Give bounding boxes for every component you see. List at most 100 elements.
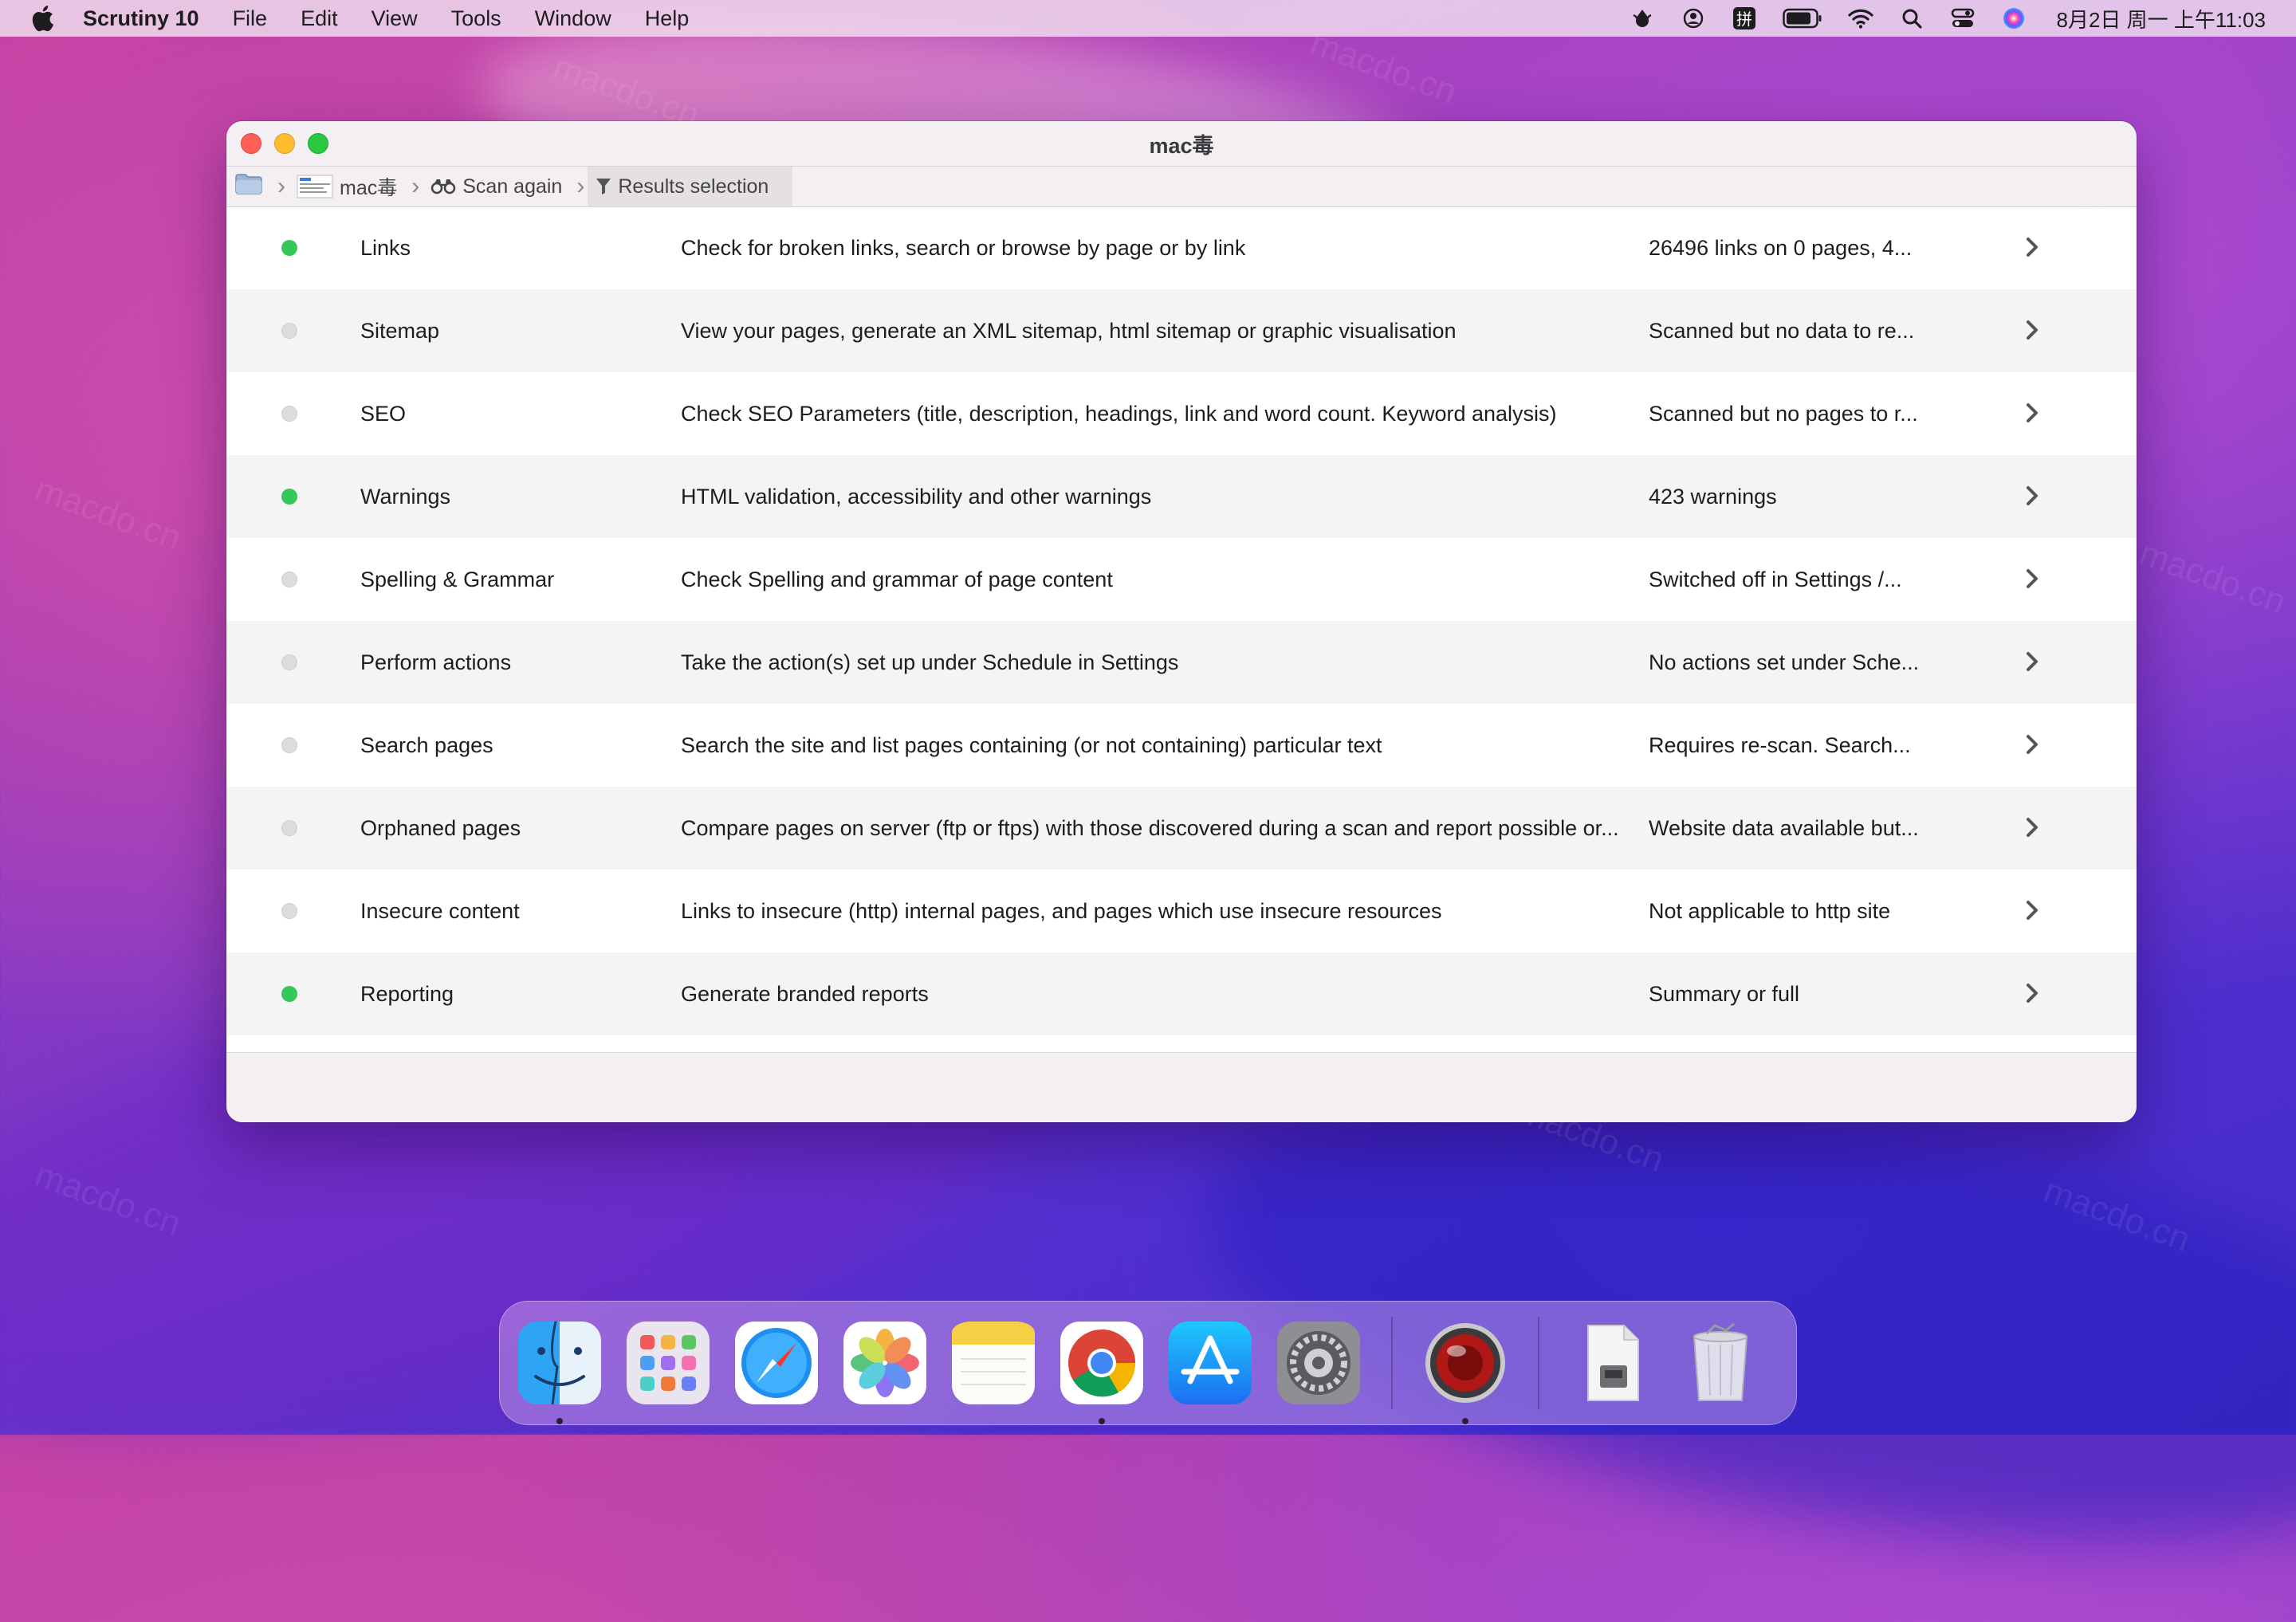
filter-icon (596, 177, 611, 196)
menu-file[interactable]: File (233, 6, 268, 31)
control-center-icon[interactable] (1949, 5, 1976, 32)
app-menu[interactable]: Scrutiny 10 (83, 6, 199, 31)
table-row[interactable]: Orphaned pages Compare pages on server (… (226, 787, 2137, 870)
row-status: Website data available but... (1649, 815, 1919, 840)
spotlight-icon[interactable] (1898, 5, 1925, 32)
menu-edit[interactable]: Edit (301, 6, 338, 31)
main-window: mac毒 › mac毒 › Scan again › Results selec… (226, 121, 2137, 1122)
siri-icon[interactable] (2000, 5, 2027, 32)
menu-window[interactable]: Window (535, 6, 611, 31)
photos-icon[interactable] (841, 1319, 929, 1407)
row-status: Scanned but no data to re... (1649, 318, 1915, 343)
row-name: Perform actions (360, 650, 512, 674)
chevron-right-icon[interactable] (2020, 732, 2044, 756)
chevron-right-icon[interactable] (2020, 981, 2044, 1005)
table-row[interactable]: Sitemap View your pages, generate an XML… (226, 289, 2137, 372)
chevron-right-icon[interactable] (2020, 567, 2044, 591)
row-name: Orphaned pages (360, 815, 521, 840)
menu-clock[interactable]: 8月2日 周一 上午11:03 (2056, 4, 2266, 33)
row-description: Check SEO Parameters (title, description… (681, 401, 1557, 426)
chevron-right-icon[interactable] (2020, 898, 2044, 922)
row-status: Scanned but no pages to r... (1649, 401, 1918, 426)
status-dot-disabled (281, 323, 297, 339)
row-description: Generate branded reports (681, 981, 929, 1006)
apple-menu-icon[interactable] (30, 5, 54, 32)
row-name: SEO (360, 401, 407, 426)
minimize-button[interactable] (274, 133, 295, 154)
breadcrumb-separator: › (277, 173, 285, 199)
row-name: Insecure content (360, 898, 520, 923)
row-description: Links to insecure (http) internal pages,… (681, 898, 1442, 923)
table-row[interactable]: Perform actions Take the action(s) set u… (226, 621, 2137, 704)
row-status: No actions set under Sche... (1649, 650, 1920, 674)
user-icon[interactable] (1680, 5, 1707, 32)
breadcrumb-separator: › (411, 173, 420, 199)
results-selection-crumb[interactable]: Results selection (588, 167, 793, 206)
window-footer (226, 1052, 2137, 1122)
row-description: HTML validation, accessibility and other… (681, 484, 1152, 509)
trash-icon[interactable] (1677, 1319, 1764, 1407)
running-indicator (1099, 1418, 1105, 1424)
scrutiny-icon[interactable] (1421, 1319, 1509, 1424)
chevron-right-icon[interactable] (2020, 235, 2044, 259)
wifi-icon[interactable] (1847, 5, 1874, 32)
scan-again-label: Scan again (462, 175, 563, 198)
table-row[interactable]: Links Check for broken links, search or … (226, 206, 2137, 289)
vpn-icon[interactable] (1629, 5, 1656, 32)
archive-file-icon[interactable] (1568, 1319, 1656, 1407)
menu-help[interactable]: Help (645, 6, 690, 31)
menu-bar: Scrutiny 10 File Edit View Tools Window … (0, 0, 2296, 37)
dock-divider (1538, 1317, 1539, 1409)
breadcrumb-site[interactable]: mac毒 (289, 167, 411, 206)
status-dot-disabled (281, 654, 297, 670)
status-dot-disabled (281, 820, 297, 836)
chevron-right-icon[interactable] (2020, 401, 2044, 425)
running-indicator (1462, 1418, 1468, 1424)
row-description: Compare pages on server (ftp or ftps) wi… (681, 815, 1619, 840)
breadcrumb-separator: › (576, 173, 585, 199)
input-method-icon[interactable]: 拼 (1731, 5, 1758, 32)
status-dot-enabled (281, 489, 297, 505)
system-preferences-icon[interactable] (1275, 1319, 1362, 1407)
app-store-icon[interactable] (1166, 1319, 1254, 1407)
chevron-right-icon[interactable] (2020, 484, 2044, 508)
table-row[interactable]: Warnings HTML validation, accessibility … (226, 455, 2137, 538)
table-row[interactable]: Spelling & Grammar Check Spelling and gr… (226, 538, 2137, 621)
battery-icon[interactable] (1782, 5, 1823, 32)
menu-view[interactable]: View (372, 6, 418, 31)
chevron-right-icon[interactable] (2020, 650, 2044, 674)
table-row[interactable]: Reporting Generate branded reports Summa… (226, 952, 2137, 1035)
finder-icon[interactable] (516, 1319, 603, 1424)
row-status: Not applicable to http site (1649, 898, 1891, 923)
row-name: Spelling & Grammar (360, 567, 555, 591)
close-button[interactable] (241, 133, 261, 154)
menu-tools[interactable]: Tools (451, 6, 501, 31)
status-dot-disabled (281, 571, 297, 587)
folder-icon (234, 173, 263, 201)
scan-again-button[interactable]: Scan again (423, 167, 576, 206)
status-dot-disabled (281, 737, 297, 753)
launchpad-icon[interactable] (624, 1319, 712, 1407)
dock-divider (1391, 1317, 1393, 1409)
status-dot-disabled (281, 903, 297, 919)
title-bar[interactable]: mac毒 (226, 121, 2137, 166)
chevron-right-icon[interactable] (2020, 318, 2044, 342)
row-name: Links (360, 235, 411, 260)
row-status: Summary or full (1649, 981, 1800, 1006)
table-row[interactable]: SEO Check SEO Parameters (title, descrip… (226, 372, 2137, 455)
notes-icon[interactable] (949, 1319, 1037, 1407)
site-thumbnail-icon (297, 175, 333, 198)
breadcrumb-folder[interactable] (226, 167, 277, 206)
chrome-icon[interactable] (1058, 1319, 1146, 1424)
status-dot-enabled (281, 240, 297, 256)
row-status: Requires re-scan. Search... (1649, 732, 1911, 757)
zoom-button[interactable] (308, 133, 328, 154)
row-name: Sitemap (360, 318, 440, 343)
row-description: Search the site and list pages containin… (681, 732, 1382, 757)
safari-icon[interactable] (733, 1319, 820, 1407)
table-row[interactable]: Search pages Search the site and list pa… (226, 704, 2137, 787)
row-name: Warnings (360, 484, 451, 509)
row-description: Check for broken links, search or browse… (681, 235, 1246, 260)
chevron-right-icon[interactable] (2020, 815, 2044, 839)
table-row[interactable]: Insecure content Links to insecure (http… (226, 870, 2137, 952)
